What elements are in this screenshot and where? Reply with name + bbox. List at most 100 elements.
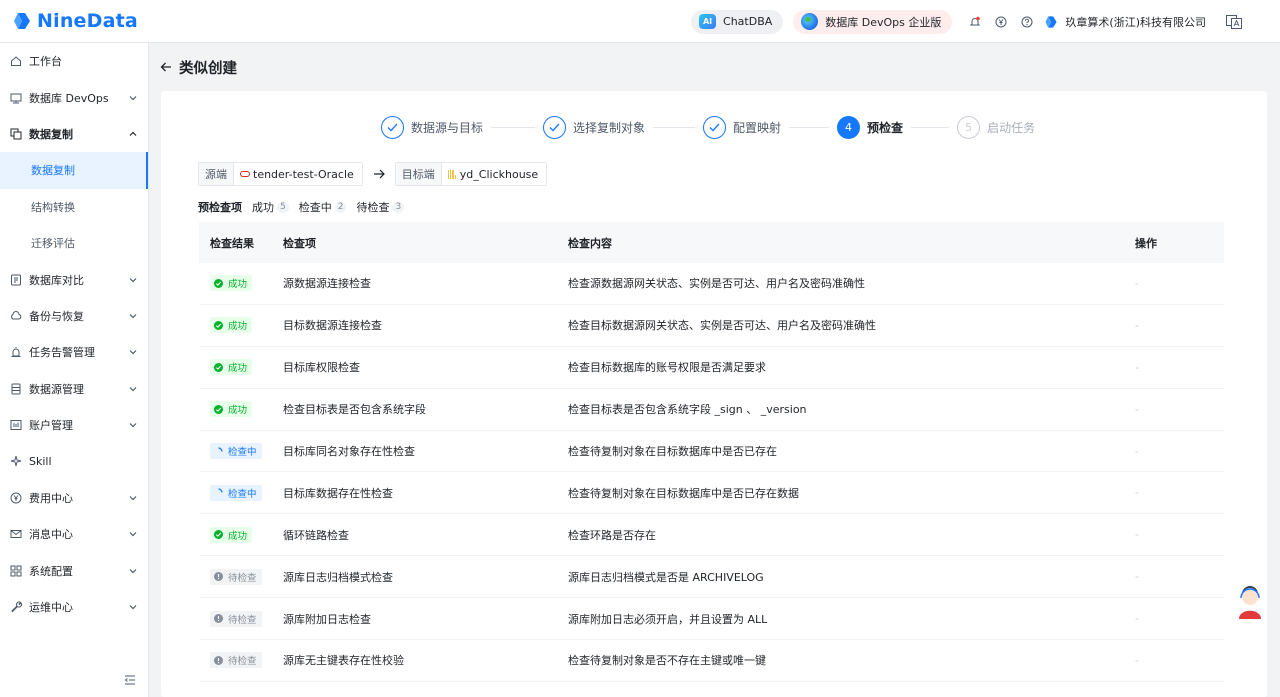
clickhouse-icon (447, 169, 456, 179)
globe-icon (801, 13, 819, 30)
bell-icon[interactable] (968, 15, 982, 29)
filter-pending[interactable]: 待检查 3 (356, 199, 405, 215)
sidebar-subitem-label: 迁移评估 (31, 237, 75, 251)
oracle-icon (240, 171, 250, 177)
filter-count: 5 (277, 201, 289, 213)
result-cell: 成功 (199, 359, 283, 376)
back-arrow-icon[interactable] (160, 61, 172, 73)
sidebar-item-settings[interactable]: 系统配置 (0, 552, 148, 588)
sidebar-item-workbench[interactable]: 工作台 (0, 43, 148, 79)
step-datasource: 数据源与目标 (381, 115, 484, 139)
chevron-down-icon (129, 277, 137, 282)
step-label: 启动任务 (987, 120, 1036, 135)
item-cell: 源库无主键表存在性校验 (283, 654, 404, 668)
table-row: 成功 源数据源连接检查 检查源数据源网关状态、实例是否可达、用户名及密码准确性 - (199, 263, 1224, 305)
sidebar-subitem-migration-assessment[interactable]: 迁移评估 (0, 225, 148, 261)
status-label: 待检查 (228, 614, 257, 626)
action-cell: - (1135, 318, 1139, 332)
check-icon (543, 115, 567, 139)
action-cell: - (1135, 402, 1139, 416)
page-header: 类似创建 (160, 53, 237, 81)
sidebar-item-label: 备份与恢复 (29, 309, 84, 323)
chevron-down-icon (129, 95, 137, 100)
sidebar-item-alarm[interactable]: 任务告警管理 (0, 334, 148, 370)
table-row: 待检查 源库附加日志检查 源库附加日志必须开启，并且设置为 ALL - (199, 598, 1224, 641)
status-label: 检查中 (228, 488, 257, 500)
step-start-task: 5 启动任务 (957, 115, 1036, 139)
chevron-down-icon (129, 423, 137, 428)
result-cell: 待检查 (199, 652, 283, 669)
check-icon (703, 115, 727, 139)
content-cell: 检查环路是否存在 (568, 528, 656, 542)
sidebar-subitem-replication[interactable]: 数据复制 (0, 152, 148, 189)
top-bar: NineData AI ChatDBA 数据库 DevOps 企业版 玖章算术(… (0, 0, 1280, 43)
step-select-objects: 选择复制对象 (543, 115, 645, 139)
step-divider (653, 126, 696, 128)
status-badge: 待检查 (210, 652, 262, 669)
filter-all[interactable]: 预检查项 (198, 199, 242, 215)
language-icon[interactable] (1226, 14, 1242, 29)
table-row: 成功 检查目标表是否包含系统字段 检查目标表是否包含系统字段 _sign 、 _ve… (199, 389, 1224, 431)
help-icon[interactable] (1020, 15, 1034, 29)
step-divider (789, 126, 830, 128)
table-row: 成功 循环链路检查 检查环路是否存在 - (199, 514, 1224, 557)
content-cell: 源库附加日志必须开启，并且设置为 ALL (568, 612, 768, 626)
content-cell: 检查目标表是否包含系统字段 _sign 、 _version (568, 403, 807, 417)
sidebar-subitem-schema-conversion[interactable]: 结构转换 (0, 189, 148, 225)
table-row: 检查中 目标库同名对象存在性检查 检查待复制对象在目标数据库中是否已存在 - (199, 431, 1224, 473)
chevron-down-icon (129, 386, 137, 392)
precheck-table: 检查结果 检查项 检查内容 操作 成功 源数据源连接检查 检查源数据源网关状态、实例… (199, 222, 1224, 682)
status-label: 待检查 (228, 572, 257, 584)
edition-button[interactable]: 数据库 DevOps 企业版 (793, 9, 953, 34)
step-divider (911, 126, 950, 128)
steps-bar: 数据源与目标 选择复制对象 配置映射 4 预检查 5 启动任务 (381, 115, 1035, 139)
sidebar-item-label: 数据复制 (29, 127, 73, 141)
support-avatar-icon[interactable] (1237, 586, 1263, 620)
status-badge: 待检查 (210, 610, 262, 627)
sidebar-item-messages[interactable]: 消息中心 (0, 516, 148, 552)
result-cell: 检查中 (199, 484, 283, 501)
sidebar-item-devops[interactable]: 数据库 DevOps (0, 79, 148, 115)
chevron-down-icon (129, 313, 137, 319)
check-icon (381, 115, 404, 139)
sparkle-icon (9, 455, 22, 468)
monitor-icon (9, 91, 22, 104)
sidebar-item-compare[interactable]: 数据库对比 (0, 261, 148, 297)
status-label: 待检查 (228, 656, 257, 668)
sidebar-item-billing[interactable]: 费用中心 (0, 480, 148, 516)
sidebar-item-label: 数据库对比 (29, 273, 84, 287)
sidebar-item-backup[interactable]: 备份与恢复 (0, 298, 148, 334)
collapse-menu-icon[interactable] (124, 674, 136, 686)
content-cell: 检查待复制对象是否不存在主键或唯一键 (568, 654, 766, 668)
table-row: 成功 目标库权限检查 检查目标数据库的账号权限是否满足要求 - (199, 347, 1224, 389)
yen-circle-icon[interactable] (994, 15, 1008, 29)
grid-icon (9, 564, 22, 577)
ai-badge-icon: AI (699, 14, 717, 29)
sidebar-item-replication[interactable]: 数据复制 (0, 116, 148, 152)
result-cell: 成功 (199, 401, 283, 418)
company-switcher[interactable]: 玖章算术(浙江)科技有限公司 (1044, 14, 1206, 30)
item-cell: 目标库数据存在性检查 (283, 486, 393, 500)
sidebar-item-label: 运维中心 (29, 601, 73, 615)
action-cell: - (1135, 486, 1139, 500)
filter-checking[interactable]: 检查中 2 (299, 199, 347, 215)
mail-icon (9, 528, 22, 541)
chevron-down-icon (129, 568, 137, 574)
item-cell: 检查目标表是否包含系统字段 (283, 403, 426, 417)
sidebar-item-account[interactable]: 账户管理 (0, 407, 148, 443)
copy-icon (9, 127, 22, 140)
content-cell: 源库日志归档模式是否是 ARCHIVELOG (568, 570, 764, 584)
filter-success[interactable]: 成功 5 (252, 199, 289, 215)
sidebar-item-skill[interactable]: Skill (0, 443, 148, 479)
status-label: 成功 (228, 530, 248, 542)
step-label: 数据源与目标 (411, 120, 484, 135)
logo[interactable]: NineData (0, 10, 150, 32)
sidebar-item-ops[interactable]: 运维中心 (0, 589, 148, 625)
source-name: tender-test-Oracle (253, 167, 354, 181)
cloud-icon (9, 309, 22, 322)
action-cell: - (1135, 444, 1139, 458)
action-cell: - (1135, 612, 1139, 626)
step-label: 配置映射 (733, 120, 782, 135)
chatdba-button[interactable]: AI ChatDBA (691, 9, 784, 34)
sidebar-item-datasource[interactable]: 数据源管理 (0, 371, 148, 407)
